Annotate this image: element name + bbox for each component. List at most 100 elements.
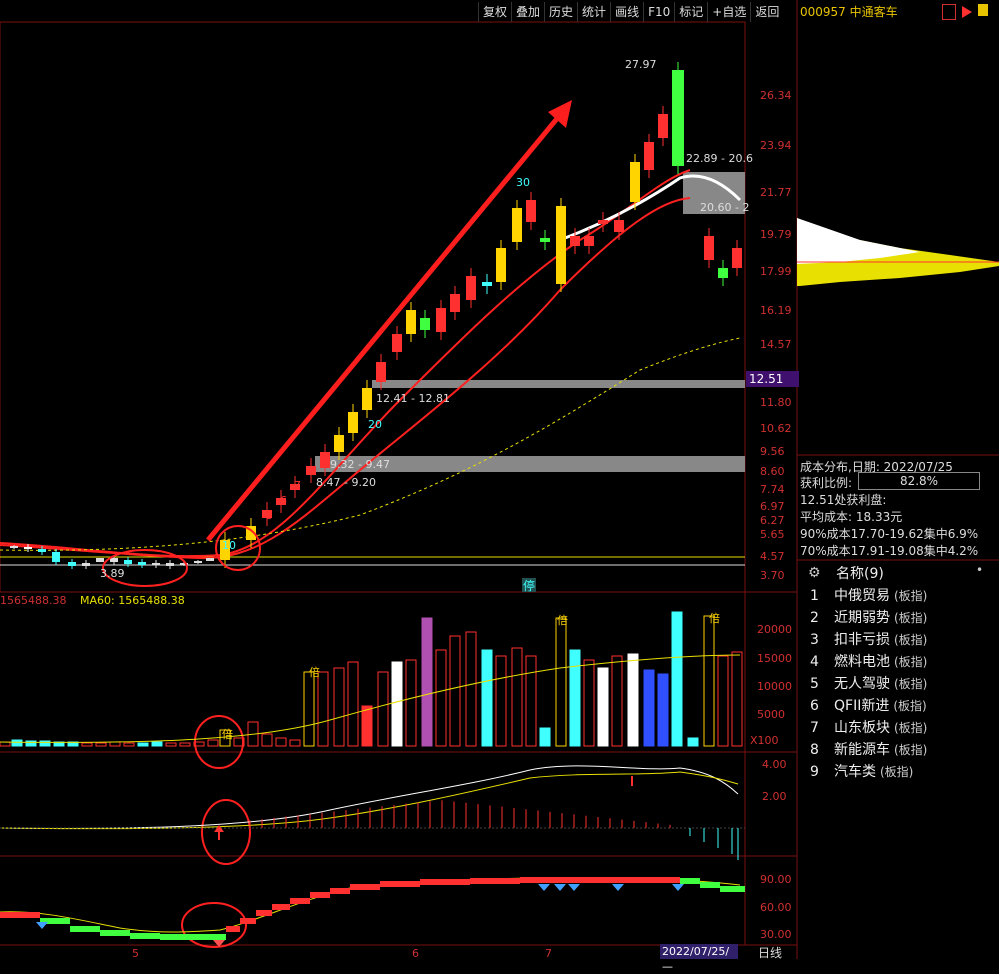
candle-body [194, 561, 202, 563]
candle-body [614, 220, 624, 232]
price-tick: 3.70 [760, 569, 785, 582]
sector-item[interactable]: 5 无人驾驶 (板指) [810, 673, 927, 693]
kdj-step [330, 888, 350, 894]
toolbar-button-7[interactable]: +自选 [707, 2, 750, 22]
sector-name: 中俄贸易 [834, 588, 890, 604]
candle-body [320, 452, 330, 468]
volume-bar [361, 705, 373, 747]
flag-icon[interactable] [978, 4, 988, 16]
toolbar-button-5[interactable]: F10 [643, 2, 674, 22]
sector-item[interactable]: 8 新能源车 (板指) [810, 739, 927, 759]
trend-arrow [206, 100, 572, 542]
kdj-step [640, 877, 680, 883]
sector-item[interactable]: 2 近期弱势 (板指) [810, 607, 927, 627]
time-axis: 5 6 7 [132, 947, 552, 959]
bookmark-icon[interactable] [942, 4, 956, 20]
kdj-step [130, 933, 160, 939]
sector-name: QFII新进 [834, 698, 890, 714]
volume-bar [569, 649, 581, 747]
volume-bar [511, 647, 523, 747]
toolbar-button-1[interactable]: 叠加 [511, 2, 544, 22]
volume-bar [657, 673, 669, 747]
volume-bar [289, 739, 301, 747]
volume-bar [275, 737, 287, 747]
volume-tick: 5000 [757, 708, 785, 721]
double-mark: 倍 [557, 613, 568, 627]
candle-body [334, 435, 344, 452]
candle-body [718, 268, 728, 278]
candle-body [110, 558, 118, 562]
price-zones [0, 172, 745, 566]
sector-tag: (板指) [894, 743, 928, 757]
volume-bar [81, 742, 93, 747]
sector-tag: (板指) [894, 611, 928, 625]
sector-item[interactable]: 7 山东板块 (板指) [810, 717, 927, 737]
stock-title: 000957 中通客车 [800, 5, 898, 19]
toolbar-button-3[interactable]: 统计 [577, 2, 610, 22]
sector-header[interactable]: 名称(9) [836, 563, 884, 583]
low-label: 3.89 [100, 567, 125, 580]
kdj-tick: 90.00 [760, 873, 792, 886]
sector-name: 扣非亏损 [834, 632, 890, 648]
sector-name: 新能源车 [834, 742, 890, 758]
price-tick: 9.56 [760, 445, 785, 458]
period-label[interactable]: 日线 [758, 944, 782, 961]
candle-body [124, 560, 132, 564]
candle-body [556, 206, 566, 284]
candle-body [482, 282, 492, 286]
volume-bar [703, 615, 715, 747]
date-tag: 2022/07/25/— [660, 944, 738, 973]
toolbar-button-2[interactable]: 历史 [544, 2, 577, 22]
price-tick: 17.99 [760, 265, 792, 278]
kdj-tick: 30.00 [760, 928, 792, 941]
volume-unit: X100 [750, 734, 779, 747]
price-tick: 7.74 [760, 483, 785, 496]
sector-item[interactable]: 3 扣非亏损 (板指) [810, 629, 927, 649]
candle-body [166, 563, 174, 566]
zone-mid-label: 12.41 - 12.81 [376, 392, 450, 405]
peak-label: 27.97 [625, 58, 657, 71]
volume-bar [165, 742, 177, 747]
sector-index: 4 [810, 654, 819, 670]
play-icon[interactable] [962, 6, 972, 18]
volume-bar [421, 617, 433, 747]
volume-bar [435, 649, 447, 747]
volume-bar [391, 661, 403, 747]
svg-text:停: 停 [523, 578, 535, 593]
volume-bar [731, 651, 743, 747]
cost-distribution [797, 218, 999, 286]
sector-item[interactable]: 6 QFII新进 (板指) [810, 695, 927, 715]
sector-index: 6 [810, 698, 819, 714]
volume-bar [611, 655, 623, 747]
toolbar-button-0[interactable]: 复权 [478, 2, 511, 22]
gear-icon[interactable]: ⚙ [808, 565, 821, 581]
volume-bar [347, 661, 359, 747]
more-dot-icon[interactable]: • [976, 563, 983, 577]
sector-item[interactable]: 1 中俄贸易 (板指) [810, 585, 927, 605]
sector-index: 1 [810, 588, 819, 604]
volume-bar [95, 742, 107, 747]
kdj-panel [0, 877, 745, 947]
count-label: 7 [294, 479, 301, 492]
volume-ma60-value: MA60: 1565488.38 [80, 594, 185, 607]
volume-bar [109, 741, 121, 747]
kdj-tick: 60.00 [760, 901, 792, 914]
kdj-step [520, 877, 580, 883]
volume-bar [465, 631, 477, 747]
sector-name: 山东板块 [834, 720, 890, 736]
sector-item[interactable]: 9 汽车类 (板指) [810, 761, 913, 781]
toolbar-button-6[interactable]: 标记 [674, 2, 707, 22]
volume-bar [555, 617, 567, 747]
volume-bar [481, 649, 493, 747]
toolbar-button-4[interactable]: 画线 [610, 2, 643, 22]
volume-bar [137, 742, 149, 747]
moving-averages [0, 169, 742, 560]
candle-body [584, 236, 594, 246]
diamond-icon [672, 884, 684, 891]
kdj-step [290, 898, 310, 904]
candle-body [540, 238, 550, 242]
macd-axis: 4.00 2.00 [762, 758, 787, 803]
diamond-icon [612, 884, 624, 891]
sector-item[interactable]: 4 燃料电池 (板指) [810, 651, 927, 671]
toolbar-button-8[interactable]: 返回 [750, 2, 783, 22]
